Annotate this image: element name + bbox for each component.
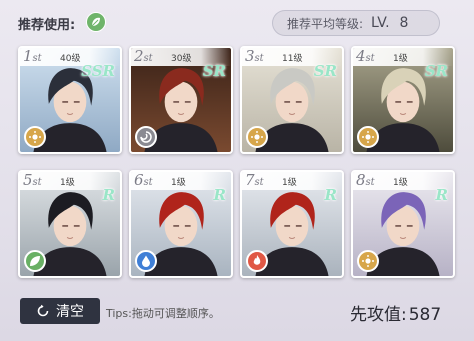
character-card[interactable]: 3st 11级 SR	[240, 46, 344, 154]
card-level: 30级	[171, 54, 192, 64]
average-level-prefix: LV.	[371, 15, 390, 31]
header-bar: 推荐使用: 推荐平均等级: LV. 8	[0, 0, 474, 40]
character-card[interactable]: 4st 1级 SR	[351, 46, 455, 154]
rank-number: 2	[134, 47, 144, 65]
initiative-label: 先攻值:	[350, 305, 407, 325]
rarity-label: SR	[424, 62, 448, 80]
sun-icon	[357, 126, 379, 148]
rarity-label: R	[213, 186, 226, 204]
average-level-label: 推荐平均等级:	[287, 16, 364, 31]
average-level-value: 8	[399, 15, 409, 31]
sun-icon	[357, 250, 379, 272]
character-card[interactable]: 7st 1级 R	[240, 170, 344, 278]
rarity-label: SR	[313, 62, 337, 80]
initiative-number: 587	[408, 305, 442, 325]
rank-suffix: st	[32, 53, 42, 64]
rank-number: 7	[245, 171, 255, 189]
sun-icon	[24, 126, 46, 148]
sun-icon	[246, 126, 268, 148]
flame-icon	[246, 250, 268, 272]
tips-text: Tips:拖动可调整顺序。	[106, 307, 220, 320]
leaf-icon	[24, 250, 46, 272]
rank-number: 3	[245, 47, 255, 65]
card-level: 1级	[282, 178, 297, 188]
card-level: 1级	[60, 178, 75, 188]
character-card[interactable]: 1st 40级 SSR	[18, 46, 122, 154]
rank-suffix: st	[32, 177, 42, 188]
rank-suffix: st	[143, 177, 153, 188]
rarity-label: R	[324, 186, 337, 204]
rank-number: 4	[356, 47, 366, 65]
rarity-label: SSR	[81, 62, 115, 80]
rank-suffix: st	[254, 53, 264, 64]
clear-button[interactable]: 清空	[20, 298, 100, 324]
rank-suffix: st	[365, 177, 375, 188]
rank-suffix: st	[365, 53, 375, 64]
rank-suffix: st	[254, 177, 264, 188]
recommend-label: 推荐使用:	[18, 18, 76, 33]
average-level-box: 推荐平均等级: LV. 8	[272, 10, 440, 36]
swirl-icon	[135, 126, 157, 148]
water-drop-icon	[135, 250, 157, 272]
rarity-label: R	[435, 186, 448, 204]
rank-number: 5	[23, 171, 33, 189]
rank-number: 8	[356, 171, 366, 189]
rank-suffix: st	[143, 53, 153, 64]
initiative-value: 先攻值: 587	[350, 300, 441, 325]
rarity-label: SR	[202, 62, 226, 80]
reset-icon	[37, 304, 49, 317]
card-level: 1级	[393, 178, 408, 188]
card-level: 40级	[60, 54, 81, 64]
rarity-label: R	[102, 186, 115, 204]
card-level: 11级	[282, 54, 303, 64]
leaf-icon	[86, 12, 106, 32]
character-card[interactable]: 2st 30级 SR	[129, 46, 233, 154]
rank-number: 1	[23, 47, 33, 65]
character-card[interactable]: 5st 1级 R	[18, 170, 122, 278]
card-level: 1级	[393, 54, 408, 64]
clear-button-label: 清空	[56, 304, 84, 320]
card-level: 1级	[171, 178, 186, 188]
character-card[interactable]: 6st 1级 R	[129, 170, 233, 278]
rank-number: 6	[134, 171, 144, 189]
character-card[interactable]: 8st 1级 R	[351, 170, 455, 278]
